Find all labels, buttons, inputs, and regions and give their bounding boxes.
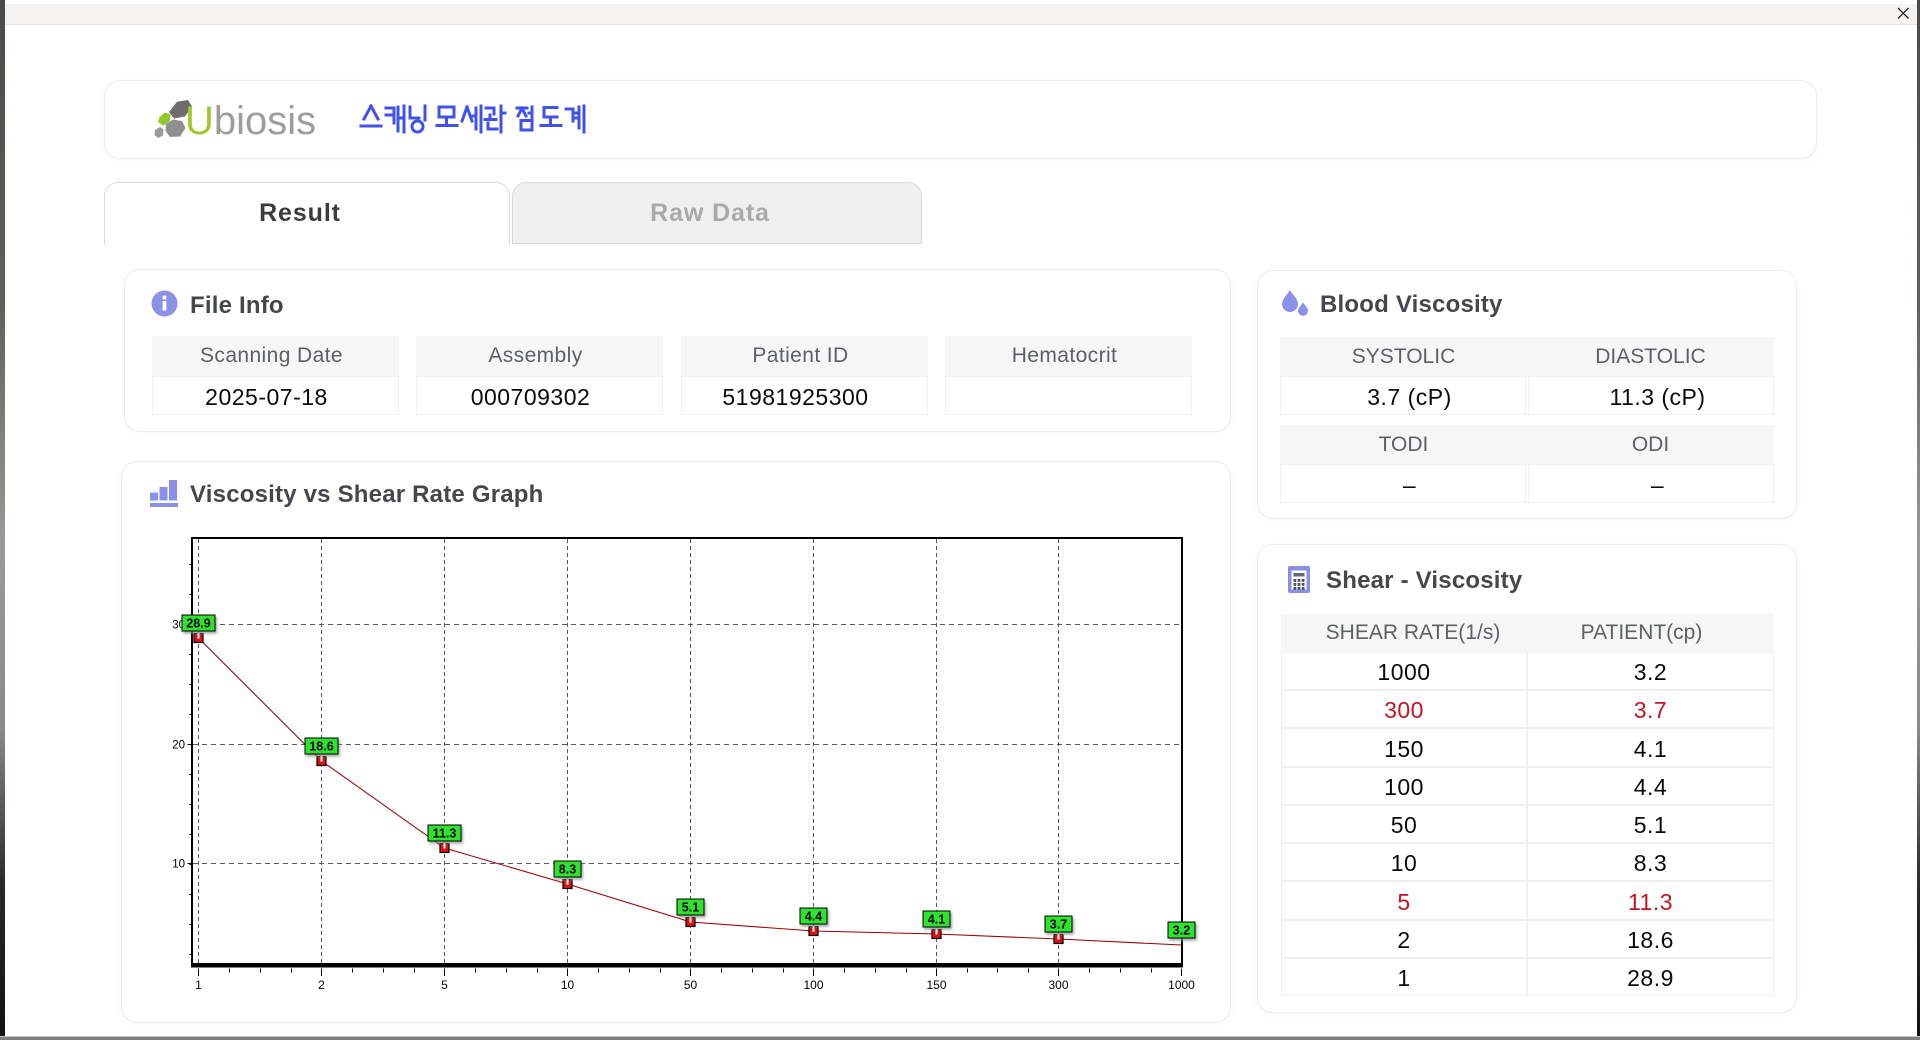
svg-text:3.2: 3.2 (1173, 924, 1190, 938)
svg-text:100: 100 (803, 978, 823, 992)
svg-text:5: 5 (441, 978, 448, 992)
svg-text:28.9: 28.9 (186, 617, 210, 631)
svg-text:8.3: 8.3 (559, 863, 576, 877)
svg-text:18.6: 18.6 (309, 740, 333, 754)
svg-text:1000: 1000 (1168, 978, 1195, 992)
svg-text:4.1: 4.1 (928, 913, 945, 927)
svg-text:20: 20 (172, 740, 185, 752)
svg-text:4.4: 4.4 (805, 910, 822, 924)
svg-text:1: 1 (195, 978, 202, 992)
svg-text:2: 2 (318, 978, 325, 992)
svg-text:10: 10 (172, 859, 185, 871)
svg-text:11.3: 11.3 (433, 827, 457, 841)
svg-text:150: 150 (926, 978, 946, 992)
svg-text:10: 10 (561, 978, 575, 992)
svg-text:5.1: 5.1 (682, 901, 699, 915)
svg-text:3.7: 3.7 (1050, 918, 1067, 932)
svg-text:50: 50 (684, 978, 698, 992)
svg-text:300: 300 (1048, 978, 1068, 992)
